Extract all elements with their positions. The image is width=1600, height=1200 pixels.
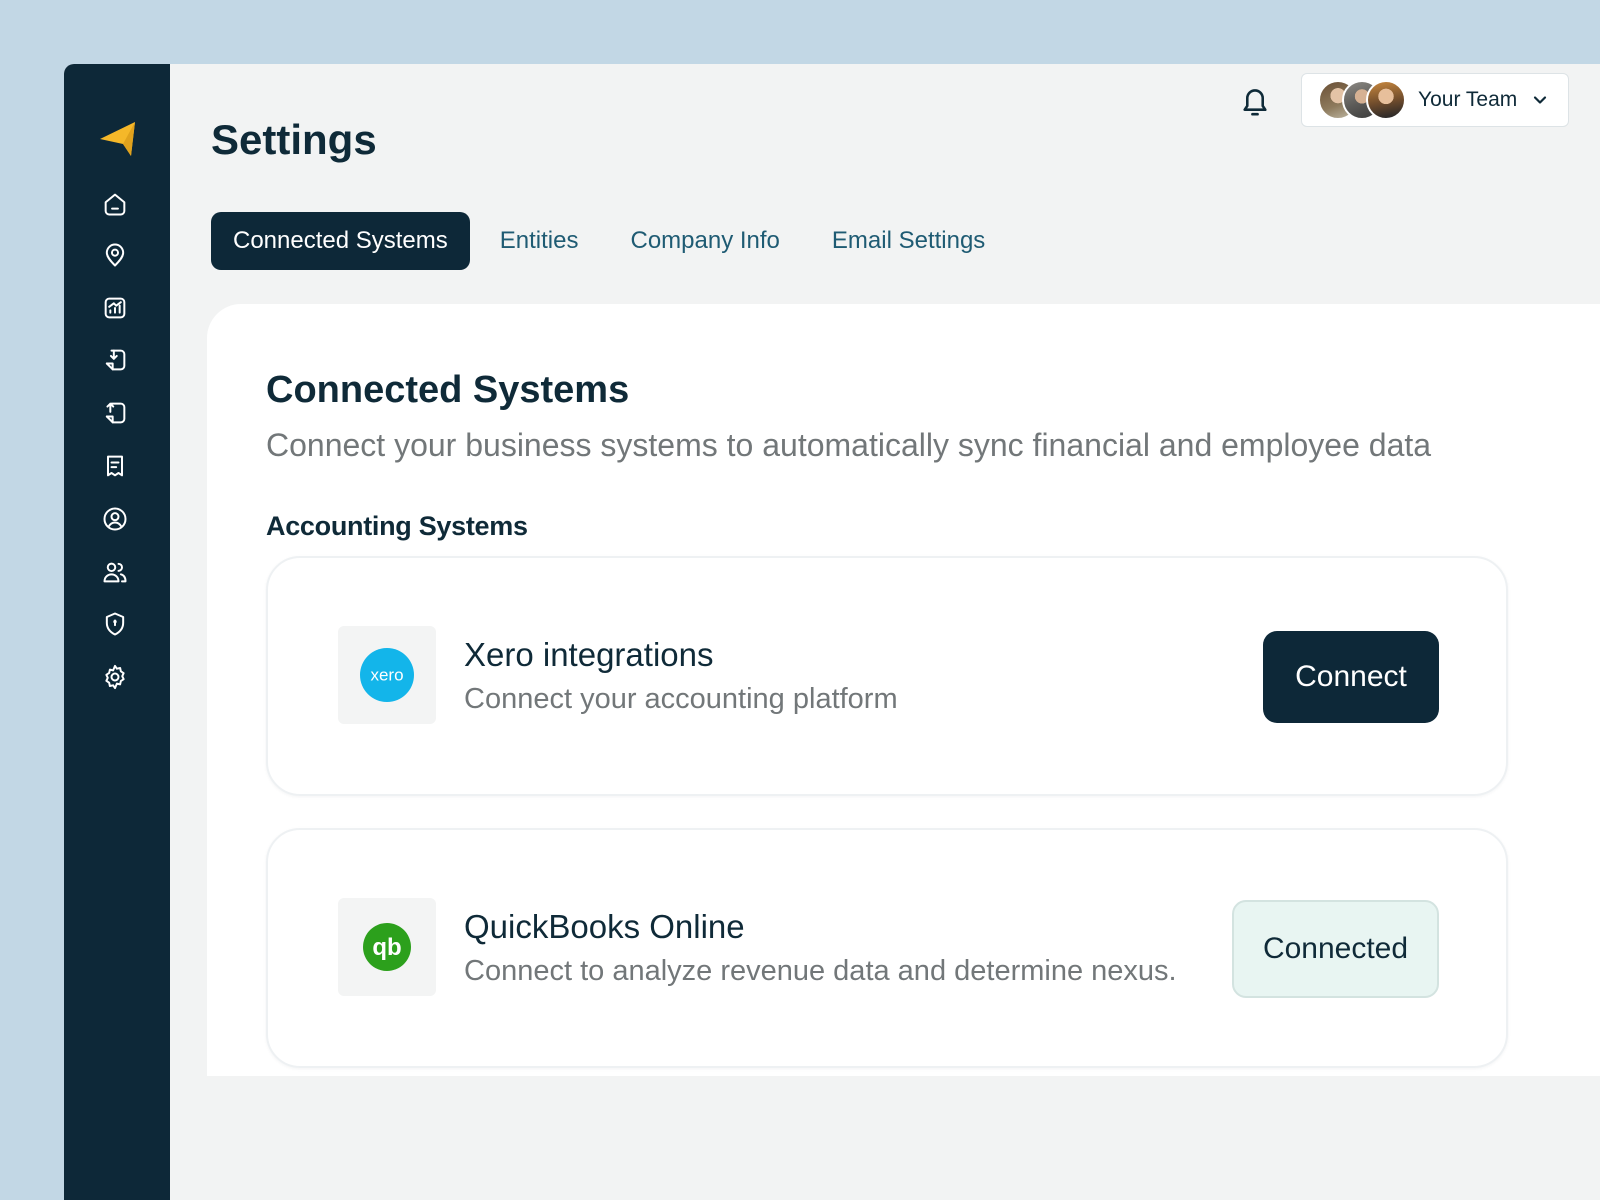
home-icon: [104, 193, 126, 216]
shield-icon: [105, 612, 125, 636]
team-name: Your Team: [1418, 88, 1518, 111]
page-title: Settings: [211, 116, 377, 163]
integration-card-xero: xero Xero integrations Connect your acco…: [266, 556, 1508, 796]
chart-icon: [104, 297, 126, 319]
sidebar-item-team[interactable]: [101, 558, 129, 586]
document-import-icon: [105, 349, 126, 371]
sidebar-item-home[interactable]: [101, 190, 129, 218]
integration-description: Connect your accounting platform: [464, 683, 898, 715]
tab-entities[interactable]: Entities: [478, 212, 601, 270]
bell-icon: [1243, 89, 1267, 116]
user-circle-icon: [103, 507, 127, 531]
sidebar-item-export[interactable]: [101, 399, 129, 427]
integration-name: QuickBooks Online: [464, 908, 745, 945]
svg-text:xero: xero: [370, 666, 403, 685]
brand-logo[interactable]: [98, 119, 138, 159]
sidebar-item-import[interactable]: [101, 346, 129, 374]
settings-tabs: Connected Systems Entities Company Info …: [211, 212, 1015, 270]
team-avatars: [1318, 78, 1408, 122]
sidebar-item-profile[interactable]: [101, 505, 129, 533]
integration-card-quickbooks: qb QuickBooks Online Connect to analyze …: [266, 828, 1508, 1068]
sidebar-item-locations[interactable]: [101, 241, 129, 269]
section-title: Accounting Systems: [266, 511, 528, 541]
team-switcher[interactable]: Your Team: [1301, 73, 1569, 127]
tab-company-info[interactable]: Company Info: [608, 212, 801, 270]
quickbooks-logo: qb: [338, 898, 436, 996]
sidebar-item-reports[interactable]: [101, 452, 129, 480]
map-pin-icon: [105, 243, 125, 267]
chevron-down-icon: [1531, 91, 1549, 109]
document-export-icon: [105, 402, 126, 424]
app-window: Settings Your Team Connected Systems Ent…: [64, 64, 1600, 1200]
integration-name: Xero integrations: [464, 636, 714, 673]
integration-description: Connect to analyze revenue data and dete…: [464, 955, 1177, 987]
avatar: [1366, 80, 1406, 120]
panel-title: Connected Systems: [266, 369, 630, 411]
svg-text:qb: qb: [372, 934, 401, 961]
connect-button[interactable]: Connect: [1263, 631, 1439, 723]
xero-logo: xero: [338, 626, 436, 724]
panel-subtitle: Connect your business systems to automat…: [266, 427, 1432, 463]
notifications-button[interactable]: [1239, 84, 1271, 120]
sidebar-item-security[interactable]: [101, 610, 129, 638]
tab-email-settings[interactable]: Email Settings: [810, 212, 1007, 270]
gear-icon: [105, 664, 125, 690]
sidebar: [64, 64, 170, 1200]
sidebar-item-analytics[interactable]: [101, 294, 129, 322]
receipt-icon: [107, 455, 123, 477]
connected-systems-panel: Connected Systems Connect your business …: [207, 304, 1600, 1076]
tab-connected-systems[interactable]: Connected Systems: [211, 212, 470, 270]
sidebar-item-settings[interactable]: [101, 663, 129, 691]
users-icon: [103, 562, 127, 583]
connected-button[interactable]: Connected: [1232, 900, 1439, 998]
